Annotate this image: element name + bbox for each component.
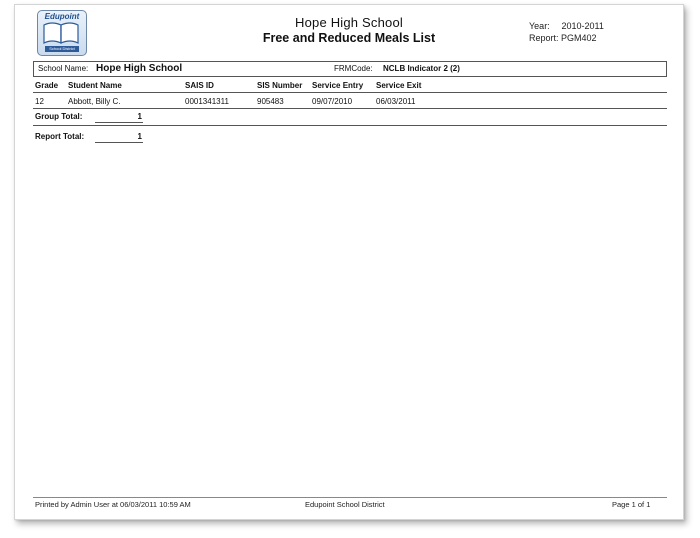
year-label: Year:	[529, 21, 550, 31]
year-value: 2010-2011	[561, 21, 604, 31]
cell-student-name: Abbott, Billy C.	[68, 97, 121, 106]
column-header-service-exit: Service Exit	[376, 81, 422, 90]
column-header-student-name: Student Name	[68, 81, 122, 90]
column-header-rule	[33, 92, 667, 93]
group-total-underline	[95, 122, 143, 123]
report-total-underline	[95, 142, 143, 143]
frm-code-label: FRMCode:	[334, 64, 373, 73]
group-total-label: Group Total:	[35, 112, 83, 121]
column-header-sis-number: SIS Number	[257, 81, 303, 90]
logo-sub-text: School District	[45, 46, 79, 52]
column-header-sais-id: SAIS ID	[185, 81, 214, 90]
school-name-label: School Name:	[38, 64, 89, 73]
school-name-value: Hope High School	[96, 63, 183, 74]
row-rule	[33, 108, 667, 109]
printed-by-text: Printed by Admin User at 06/03/2011 10:5…	[35, 500, 191, 509]
cell-grade: 12	[35, 97, 44, 106]
cell-service-exit: 06/03/2011	[376, 97, 416, 106]
report-id-label: Report:	[529, 33, 559, 43]
report-page: Edupoint School District Hope High Schoo…	[14, 4, 684, 520]
cell-service-entry: 09/07/2010	[312, 97, 353, 106]
cell-sis-number: 905483	[257, 97, 284, 106]
group-total-rule	[33, 125, 667, 126]
page-number-text: Page 1 of 1	[612, 500, 651, 509]
year-meta: Year: 2010-2011	[529, 21, 604, 31]
report-meta: Report: PGM402	[529, 33, 597, 43]
group-total-value: 1	[137, 112, 142, 121]
footer-rule	[33, 497, 667, 498]
frm-code-value: NCLB Indicator 2 (2)	[383, 64, 460, 73]
cell-sais-id: 0001341311	[185, 97, 229, 106]
school-header-box: School Name: Hope High School FRMCode: N…	[33, 61, 667, 77]
report-total-label: Report Total:	[35, 132, 85, 141]
district-text: Edupoint School District	[305, 500, 385, 509]
report-total-value: 1	[137, 132, 142, 141]
column-header-grade: Grade	[35, 81, 59, 90]
report-id-value: PGM402	[561, 33, 597, 43]
column-header-service-entry: Service Entry	[312, 81, 364, 90]
